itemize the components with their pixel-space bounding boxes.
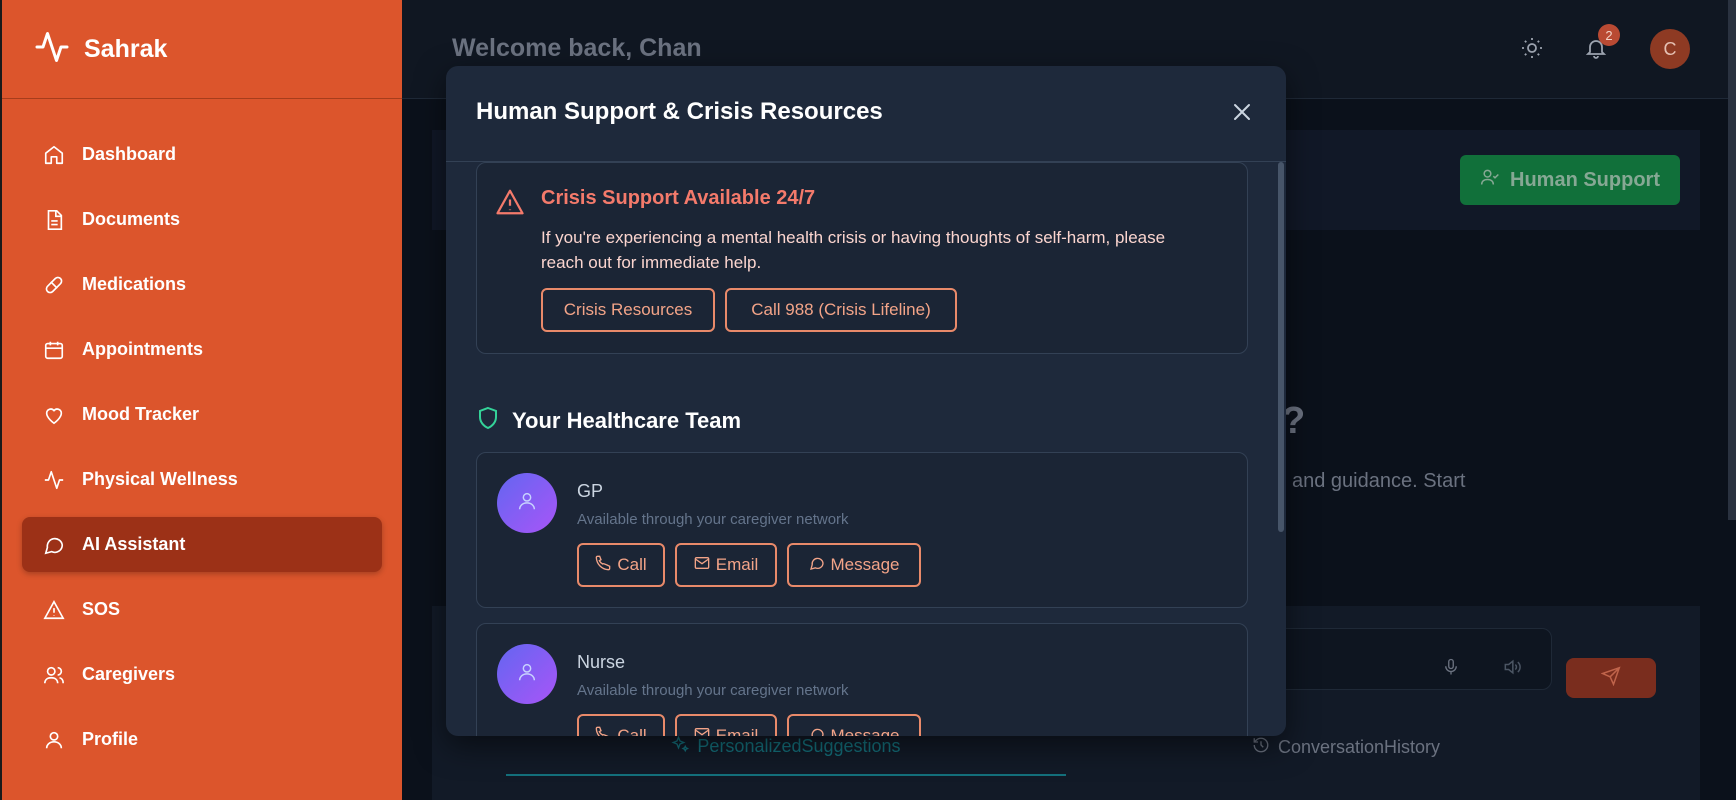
human-support-button[interactable]: Human Support	[1460, 155, 1680, 205]
call-button[interactable]: Call	[577, 714, 665, 736]
member-name: Nurse	[577, 652, 626, 672]
users-icon	[42, 663, 66, 687]
home-icon	[42, 143, 66, 167]
close-icon	[1230, 100, 1254, 129]
sidebar-item-label: Profile	[82, 729, 139, 749]
member-name: GP	[577, 481, 604, 501]
sidebar-item-medications[interactable]: Medications	[22, 257, 382, 312]
human-support-modal: Human Support & Crisis Resources Crisis …	[446, 66, 1286, 736]
phone-icon	[595, 555, 611, 576]
warning-icon	[42, 598, 66, 622]
healthcare-team-heading: Your Healthcare Team	[476, 406, 741, 436]
calendar-icon	[42, 338, 66, 362]
welcome-heading: Welcome back, Chan	[452, 34, 702, 62]
speaker-icon[interactable]	[1502, 657, 1522, 682]
close-button[interactable]	[1228, 100, 1256, 128]
message-button[interactable]: Message	[787, 714, 921, 736]
notification-badge: 2	[1598, 24, 1620, 46]
avatar	[497, 644, 557, 704]
shield-icon	[476, 406, 500, 436]
phone-icon	[595, 726, 611, 736]
call-button[interactable]: Call	[577, 543, 665, 587]
team-member-card: GP Available through your caregiver netw…	[476, 452, 1248, 608]
welcome-subtext: and guidance. Start	[1292, 470, 1466, 492]
sun-icon[interactable]	[1518, 34, 1546, 62]
sidebar-item-label: AI Assistant	[82, 534, 186, 554]
sidebar-item-appointments[interactable]: Appointments	[22, 322, 382, 377]
sidebar-item-caregivers[interactable]: Caregivers	[22, 647, 382, 702]
team-member-card: Nurse Available through your caregiver n…	[476, 623, 1248, 736]
mail-icon	[694, 555, 710, 576]
sidebar-item-dashboard[interactable]: Dashboard	[22, 127, 382, 182]
send-icon	[1600, 665, 1621, 691]
chat-icon	[809, 726, 825, 736]
sidebar-item-ai-assistant[interactable]: AI Assistant	[22, 517, 382, 572]
user-icon	[42, 728, 66, 752]
message-label: Message	[830, 555, 900, 574]
pulse-icon	[34, 29, 70, 70]
crisis-title: Crisis Support Available 24/7	[541, 187, 816, 209]
call-988-button[interactable]: Call 988 (Crisis Lifeline)	[725, 288, 957, 332]
sidebar-item-label: SOS	[82, 599, 121, 619]
sidebar-item-label: Documents	[82, 209, 181, 229]
brand[interactable]: Sahrak	[2, 0, 402, 99]
sidebar-item-physical-wellness[interactable]: Physical Wellness	[22, 452, 382, 507]
user-check-icon	[1480, 167, 1500, 193]
sidebar-item-label: Appointments	[82, 339, 203, 359]
member-subtitle: Available through your caregiver network	[577, 511, 849, 528]
sidebar-item-label: Physical Wellness	[82, 469, 238, 489]
mail-icon	[694, 726, 710, 736]
sidebar-item-label: Mood Tracker	[82, 404, 200, 424]
message-label: Message	[830, 726, 900, 736]
heart-icon	[42, 403, 66, 427]
email-label: Email	[715, 726, 759, 736]
message-button[interactable]: Message	[787, 543, 921, 587]
pulse-icon	[42, 468, 66, 492]
email-button[interactable]: Email	[675, 714, 777, 736]
modal-scrollbar[interactable]	[1278, 162, 1284, 532]
chat-icon	[809, 555, 825, 576]
email-label: Email	[715, 555, 759, 574]
sparkles-icon	[671, 734, 690, 758]
team-heading-label: Your Healthcare Team	[512, 408, 742, 433]
sidebar-item-sos[interactable]: SOS	[22, 582, 382, 637]
sidebar-item-mood-tracker[interactable]: Mood Tracker	[22, 387, 382, 442]
document-icon	[42, 208, 66, 232]
user-icon	[516, 661, 538, 688]
sidebar: Sahrak Dashboard Documents Medications A…	[0, 0, 402, 800]
email-button[interactable]: Email	[675, 543, 777, 587]
sidebar-item-label: Caregivers	[82, 664, 176, 684]
sidebar-item-label: Dashboard	[82, 144, 177, 164]
avatar[interactable]: C	[1650, 29, 1690, 69]
tab-label: ConversationHistory	[1277, 736, 1441, 757]
microphone-icon[interactable]	[1442, 657, 1460, 682]
sidebar-item-profile[interactable]: Profile	[22, 712, 382, 767]
human-support-label: Human Support	[1510, 168, 1660, 191]
crisis-resources-button[interactable]: Crisis Resources	[541, 288, 715, 332]
crisis-text: If you're experiencing a mental health c…	[541, 228, 1166, 272]
history-icon	[1252, 736, 1270, 759]
chat-icon	[42, 533, 66, 557]
sidebar-item-label: Medications	[82, 274, 187, 294]
member-subtitle: Available through your caregiver network	[577, 682, 849, 699]
modal-header: Human Support & Crisis Resources	[446, 66, 1286, 162]
user-icon	[516, 490, 538, 517]
pill-icon	[42, 273, 66, 297]
brand-name: Sahrak	[84, 34, 168, 63]
page-scrollbar[interactable]	[1728, 0, 1736, 520]
avatar	[497, 473, 557, 533]
sidebar-nav: Dashboard Documents Medications Appointm…	[2, 99, 402, 767]
sidebar-item-documents[interactable]: Documents	[22, 192, 382, 247]
call-label: Call	[617, 726, 647, 736]
modal-title: Human Support & Crisis Resources	[476, 98, 883, 125]
call-label: Call	[617, 555, 647, 574]
tab-label: PersonalizedSuggestions	[697, 735, 901, 756]
crisis-support-box: Crisis Support Available 24/7 If you're …	[476, 162, 1248, 354]
warning-icon	[495, 187, 525, 222]
send-button[interactable]	[1566, 658, 1656, 698]
